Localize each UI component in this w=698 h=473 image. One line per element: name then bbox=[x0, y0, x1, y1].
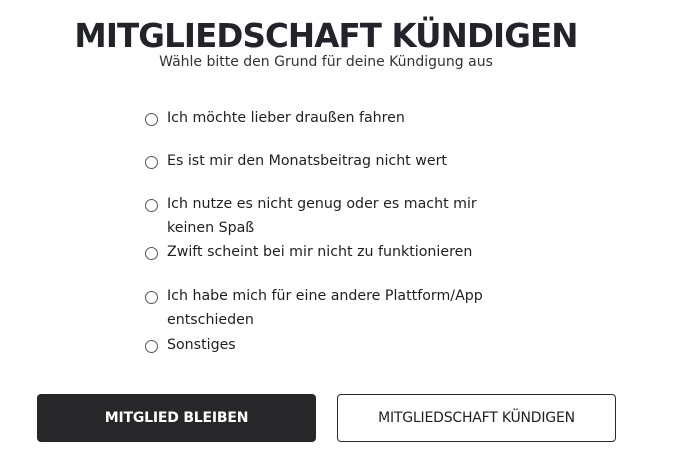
reason-option-other-platform[interactable]: Ich habe mich für eine andere Plattform/… bbox=[145, 288, 502, 332]
reason-option-other[interactable]: Sonstiges bbox=[145, 337, 512, 357]
radio-unchecked-icon[interactable] bbox=[145, 156, 158, 169]
reason-option-label: Sonstiges bbox=[167, 337, 236, 353]
reason-option-not-worth-price[interactable]: Es ist mir den Monatsbeitrag nicht wert bbox=[145, 153, 512, 173]
radio-unchecked-icon[interactable] bbox=[145, 291, 158, 304]
cancel-membership-button[interactable]: MITGLIEDSCHAFT KÜNDIGEN bbox=[337, 394, 616, 442]
radio-unchecked-icon[interactable] bbox=[145, 113, 158, 126]
radio-unchecked-icon[interactable] bbox=[145, 199, 158, 212]
reason-option-label: Ich möchte lieber draußen fahren bbox=[167, 110, 405, 126]
reason-option-label: Ich nutze es nicht genug oder es macht m… bbox=[167, 196, 477, 236]
radio-unchecked-icon[interactable] bbox=[145, 247, 158, 260]
page-title: MITGLIEDSCHAFT KÜNDIGEN bbox=[74, 16, 578, 56]
reason-option-label: Es ist mir den Monatsbeitrag nicht wert bbox=[167, 153, 447, 169]
reason-option-not-working[interactable]: Zwift scheint bei mir nicht zu funktioni… bbox=[145, 244, 512, 264]
page-subtitle: Wähle bitte den Grund für deine Kündigun… bbox=[159, 54, 493, 70]
reason-option-outdoor[interactable]: Ich möchte lieber draußen fahren bbox=[145, 110, 512, 130]
reason-option-label: Ich habe mich für eine andere Plattform/… bbox=[167, 288, 483, 328]
cancel-membership-page: MITGLIEDSCHAFT KÜNDIGEN Wähle bitte den … bbox=[0, 0, 698, 473]
radio-unchecked-icon[interactable] bbox=[145, 340, 158, 353]
stay-member-button[interactable]: MITGLIED BLEIBEN bbox=[37, 394, 316, 442]
reason-option-label: Zwift scheint bei mir nicht zu funktioni… bbox=[167, 244, 473, 260]
reason-option-not-using-enough[interactable]: Ich nutze es nicht genug oder es macht m… bbox=[145, 196, 497, 240]
